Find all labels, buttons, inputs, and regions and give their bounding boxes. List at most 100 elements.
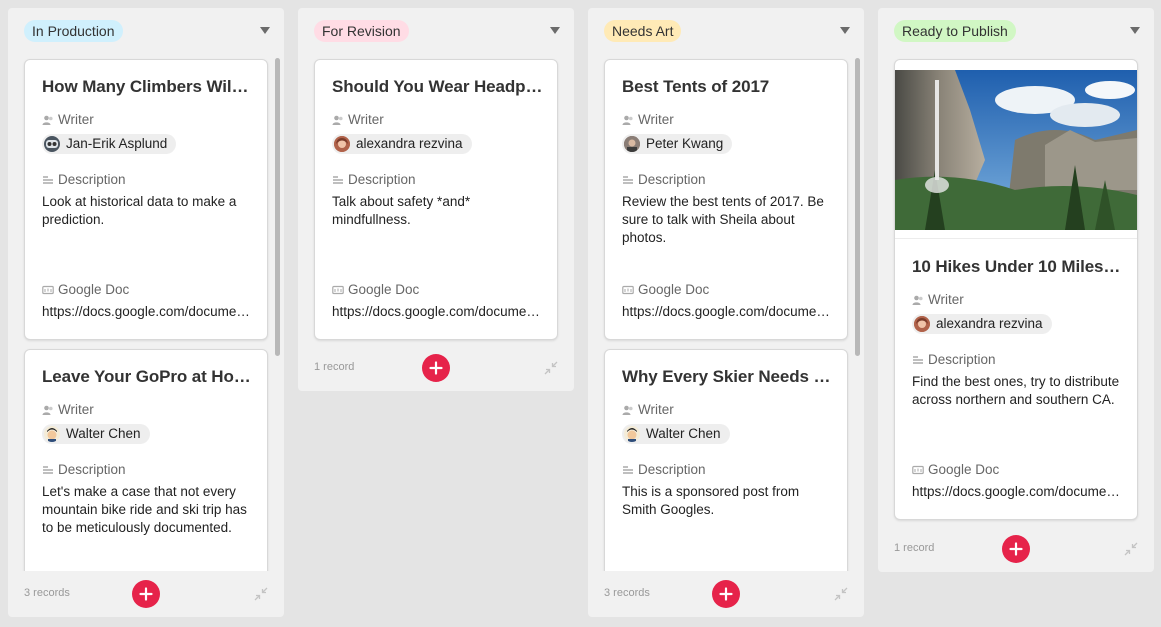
record-card[interactable]: How Many Climbers Will Summit Everest Th… xyxy=(24,59,268,340)
card-title: Why Every Skier Needs To Know Avalanche … xyxy=(622,367,833,386)
add-record-button[interactable] xyxy=(1002,535,1030,563)
scrollbar[interactable] xyxy=(855,58,860,356)
record-count: 1 record xyxy=(314,361,355,373)
writer-name: Peter Kwang xyxy=(646,136,724,151)
stack-header: In Production xyxy=(8,8,284,54)
add-record-button[interactable] xyxy=(712,580,740,608)
stack-name-badge[interactable]: Ready to Publish xyxy=(894,20,1016,42)
record-card[interactable]: 10 Hikes Under 10 Miles in California Wr… xyxy=(894,59,1138,520)
scrollbar[interactable] xyxy=(275,58,280,356)
caret-down-icon[interactable] xyxy=(550,27,560,34)
writer-name: alexandra rezvina xyxy=(356,136,463,151)
stack-header: Ready to Publish xyxy=(878,8,1154,54)
writer-chip: Jan-Erik Asplund xyxy=(42,134,177,154)
writer-chip: Peter Kwang xyxy=(622,134,733,154)
field-label-text: Description xyxy=(348,172,416,187)
doc-url[interactable]: https://docs.google.com/document/d/3 xyxy=(622,303,835,321)
record-card[interactable]: Leave Your GoPro at Home Writer Walter C… xyxy=(24,349,268,571)
record-count: 3 records xyxy=(604,587,650,599)
stack-header: Needs Art xyxy=(588,8,864,54)
user-icon xyxy=(622,405,633,415)
field-label-text: Description xyxy=(638,172,706,187)
writer-chip: alexandra rezvina xyxy=(912,314,1052,334)
writer-label: Writer xyxy=(42,112,94,127)
stack-footer: 1 record xyxy=(878,526,1154,572)
writer-chip: Walter Chen xyxy=(42,424,150,444)
stack-body: How Many Climbers Will Summit Everest Th… xyxy=(8,54,284,571)
link-icon xyxy=(622,285,634,294)
writer-chip: alexandra rezvina xyxy=(332,134,472,154)
collapse-arrows-icon[interactable] xyxy=(544,361,558,375)
writer-label: Writer xyxy=(42,402,94,417)
description-value: This is a sponsored post from Smith Goog… xyxy=(622,484,800,517)
writer-name: Walter Chen xyxy=(66,426,141,441)
plus-icon xyxy=(1009,542,1023,556)
stack-name-badge[interactable]: For Revision xyxy=(314,20,409,42)
writer-label: Writer xyxy=(622,112,674,127)
description-label: Description xyxy=(912,352,996,367)
writer-label: Writer xyxy=(622,402,674,417)
stack-body: Should You Wear Headphones While Running… xyxy=(298,54,574,345)
doc-url[interactable]: https://docs.google.com/document/d/2 xyxy=(332,303,545,321)
field-label-text: Description xyxy=(58,462,126,477)
field-label-text: Writer xyxy=(638,402,674,417)
description-label: Description xyxy=(622,172,706,187)
description-label: Description xyxy=(42,172,126,187)
stack-footer: 3 records xyxy=(588,571,864,617)
stack-name-badge[interactable]: In Production xyxy=(24,20,123,42)
text-lines-icon xyxy=(913,355,923,364)
stack-in-production: In Production How Many Climbers Will Sum… xyxy=(8,8,284,617)
yosemite-waterfall-photo xyxy=(895,70,1137,230)
stack-name-badge[interactable]: Needs Art xyxy=(604,20,682,42)
record-card[interactable]: Why Every Skier Needs To Know Avalanche … xyxy=(604,349,848,571)
card-title: Leave Your GoPro at Home xyxy=(42,367,253,386)
description-label: Description xyxy=(42,462,126,477)
add-record-button[interactable] xyxy=(132,580,160,608)
text-lines-icon xyxy=(623,465,633,474)
photo-avatar xyxy=(914,316,930,332)
writer-label: Writer xyxy=(912,292,964,307)
card-title: Should You Wear Headphones While Running… xyxy=(332,77,543,96)
add-record-button[interactable] xyxy=(422,354,450,382)
user-icon xyxy=(912,295,923,305)
field-label-text: Writer xyxy=(348,112,384,127)
stack-for-revision: For Revision Should You Wear Headphones … xyxy=(298,8,574,391)
caret-down-icon[interactable] xyxy=(260,27,270,34)
doc-label: Google Doc xyxy=(42,282,129,297)
photo-avatar xyxy=(624,136,640,152)
writer-chip: Walter Chen xyxy=(622,424,730,444)
plus-icon xyxy=(719,587,733,601)
doc-url[interactable]: https://docs.google.com/document/d/4 xyxy=(912,483,1125,501)
record-card[interactable]: Should You Wear Headphones While Running… xyxy=(314,59,558,340)
description-value: Let's make a case that not every mountai… xyxy=(42,484,247,535)
caret-down-icon[interactable] xyxy=(840,27,850,34)
record-card[interactable]: Best Tents of 2017 Writer Peter Kwang De… xyxy=(604,59,848,340)
description-label: Description xyxy=(622,462,706,477)
doc-url[interactable]: https://docs.google.com/document/d/1 xyxy=(42,303,255,321)
field-label-text: Google Doc xyxy=(58,282,130,297)
image-divider xyxy=(895,238,1137,239)
cartoon-avatar xyxy=(624,426,640,442)
field-label-text: Google Doc xyxy=(928,462,1000,477)
description-value: Find the best ones, try to distribute ac… xyxy=(912,374,1120,407)
stack-footer: 1 record xyxy=(298,345,574,391)
writer-name: Jan-Erik Asplund xyxy=(66,136,168,151)
field-label-text: Description xyxy=(638,462,706,477)
field-label-text: Google Doc xyxy=(348,282,420,297)
text-lines-icon xyxy=(623,175,633,184)
collapse-arrows-icon[interactable] xyxy=(1124,542,1138,556)
writer-name: Walter Chen xyxy=(646,426,721,441)
stack-body: 10 Hikes Under 10 Miles in California Wr… xyxy=(878,54,1154,526)
description-value: Review the best tents of 2017. Be sure t… xyxy=(622,194,824,245)
collapse-arrows-icon[interactable] xyxy=(834,587,848,601)
stack-body: Best Tents of 2017 Writer Peter Kwang De… xyxy=(588,54,864,571)
stack-header: For Revision xyxy=(298,8,574,54)
card-title: Best Tents of 2017 xyxy=(622,77,770,96)
collapse-arrows-icon[interactable] xyxy=(254,587,268,601)
user-icon xyxy=(332,115,343,125)
field-label-text: Description xyxy=(928,352,996,367)
record-count: 3 records xyxy=(24,587,70,599)
text-lines-icon xyxy=(43,465,53,474)
plus-icon xyxy=(429,361,443,375)
caret-down-icon[interactable] xyxy=(1130,27,1140,34)
